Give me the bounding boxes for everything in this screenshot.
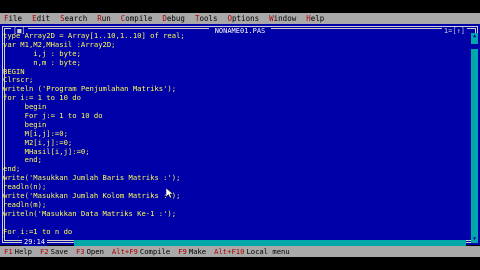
code-line[interactable]: begin <box>3 120 458 130</box>
status-key: Alt+F10 <box>214 247 245 256</box>
scroll-thumb[interactable] <box>471 44 478 49</box>
code-line[interactable]: for i:= 1 to 10 do <box>3 93 458 103</box>
status-item-compile[interactable]: Alt+F9 Compile <box>108 246 174 257</box>
status-label: Open <box>86 247 104 256</box>
editor-window[interactable]: [■] NONAME01.PAS 1=[↑] type Array2D = Ar… <box>0 24 480 247</box>
mouse-pointer-icon <box>166 188 174 198</box>
status-key: F9 <box>178 247 187 256</box>
status-key: Alt+F9 <box>111 247 138 256</box>
status-item-make[interactable]: F9 Make <box>174 246 210 257</box>
code-line[interactable]: For j:= 1 to 10 do <box>3 111 458 121</box>
status-label: Local menu <box>246 247 290 256</box>
status-key: F2 <box>39 247 49 256</box>
menu-debug[interactable]: Debug <box>158 13 191 24</box>
code-line[interactable]: write('Masukkan Jumlah Kolom Matriks :')… <box>3 191 458 201</box>
menu-search[interactable]: Search <box>56 13 93 24</box>
menu-compile[interactable]: Compile <box>117 13 159 24</box>
menu-edit[interactable]: Edit <box>28 13 56 24</box>
status-label: Save <box>50 247 68 256</box>
menu-run[interactable]: Run <box>93 13 117 24</box>
menu-bar: File Edit Search Run Compile Debug Tools… <box>0 13 480 24</box>
menu-file[interactable]: File <box>0 13 28 24</box>
status-item-help[interactable]: F1 Help <box>0 246 36 257</box>
status-bar: F1 Help F2 Save F3 Open Alt+F9 Compile F9 Make Alt… <box>0 246 480 257</box>
status-key: F1 <box>4 247 13 256</box>
status-item-save[interactable]: F2 Save <box>36 246 72 257</box>
status-item-open[interactable]: F3 Open <box>72 246 108 257</box>
code-line[interactable]: writeln('Masukkan Data Matriks Ke-1 :'); <box>3 209 458 219</box>
scroll-up-arrow-icon[interactable]: ▲ <box>471 33 478 40</box>
menu-window[interactable]: Window <box>265 13 302 24</box>
scroll-down-arrow-icon[interactable]: ▼ <box>471 236 478 243</box>
vertical-scrollbar[interactable]: ▲ ▼ <box>471 33 478 243</box>
code-line[interactable]: write('Masukkan Jumlah Baris Matriks :')… <box>3 173 458 183</box>
status-label: Help <box>14 247 32 256</box>
code-line[interactable]: MHasil[i,j]:=0; <box>3 147 458 157</box>
code-line[interactable]: n,m : byte; <box>3 58 458 68</box>
code-area[interactable]: type Array2D = Array[1..10,1..10] of rea… <box>3 32 458 237</box>
menu-help[interactable]: Help <box>302 13 330 24</box>
code-line[interactable]: BEGIN <box>3 67 458 77</box>
status-label: Compile <box>139 247 171 256</box>
code-line[interactable]: end; <box>3 156 458 165</box>
menu-tools[interactable]: Tools <box>191 13 224 24</box>
code-line[interactable]: For i:=1 to n do <box>3 227 458 237</box>
code-line[interactable]: begin <box>3 236 458 237</box>
turbo-pascal-ide: File Edit Search Run Compile Debug Tools… <box>0 0 480 270</box>
status-item-local-menu[interactable]: Alt+F10 Local menu <box>210 246 294 257</box>
menu-options[interactable]: Options <box>224 13 266 24</box>
status-key: F3 <box>75 247 85 256</box>
status-label: Make <box>188 247 207 256</box>
